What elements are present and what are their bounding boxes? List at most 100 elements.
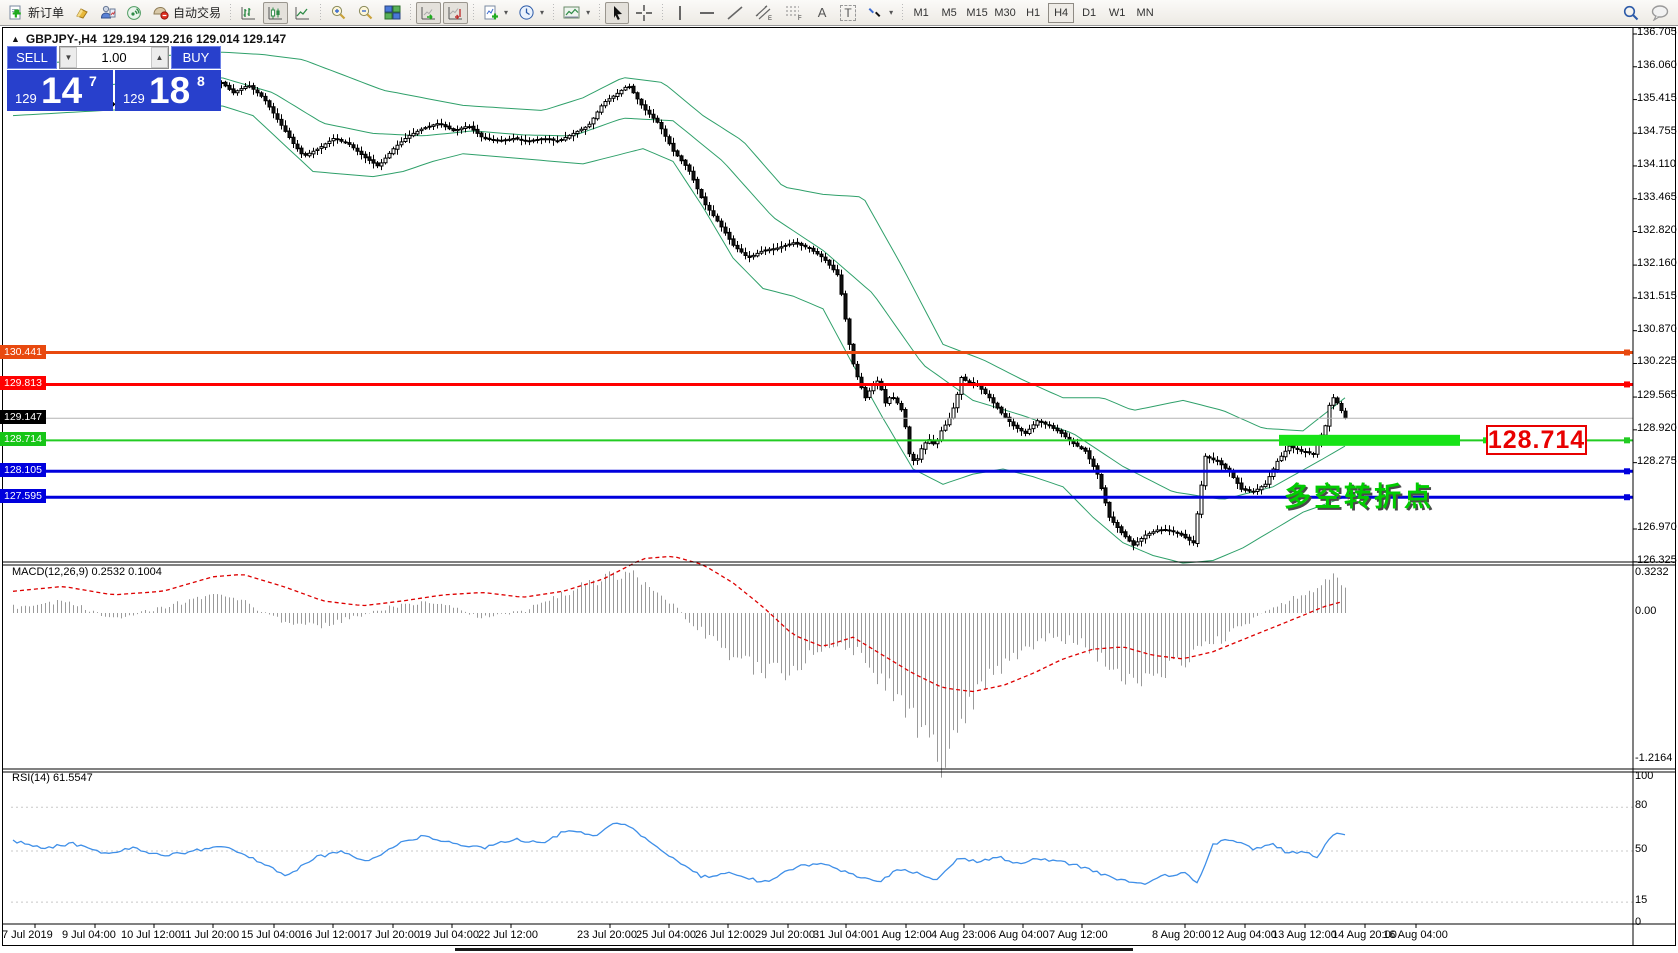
auto-scroll-icon [420,5,437,21]
fibonacci-tool-button[interactable]: F [780,2,808,24]
macd-axis-label: 0.00 [1635,605,1656,617]
toolbar-grip [662,4,663,22]
buy-price-display[interactable]: 129 18 8 [115,70,221,111]
candle-wicks [18,80,1346,550]
buy-price-pips: 18 [149,70,190,111]
tf-m1-button[interactable]: M1 [908,3,934,23]
time-axis-label: 25 Jul 04:00 [636,929,696,941]
tf-w1-button[interactable]: W1 [1104,3,1130,23]
zoom-in-icon [330,4,347,21]
tf-h4-button[interactable]: H4 [1048,3,1074,23]
auto-scroll-button[interactable] [416,2,441,24]
vline-tool-button[interactable] [668,2,692,24]
bollinger-middle-band [13,78,1345,499]
price-axis-label: 132.160 [1637,257,1677,269]
trendline-tool-button[interactable] [722,2,748,24]
label-tool-button[interactable]: T [836,2,860,24]
cn-turning-point-annotation[interactable]: 多空转折点 [1284,475,1434,514]
chart-shift-button[interactable] [443,2,468,24]
favorites-button[interactable] [70,2,94,24]
hline-anchor-square[interactable] [1624,494,1630,500]
collapse-panel-arrow[interactable]: ▲ [11,34,20,44]
mt4-window: 新订单 自动交易 [0,0,1678,953]
text-tool-icon: A [818,5,827,20]
arrows-dropdown-caret[interactable]: ▾ [889,8,893,17]
candlestick-chart-button[interactable] [263,2,288,24]
volume-decrease-button[interactable]: ▼ [60,47,77,68]
chat-button[interactable] [1646,2,1674,24]
price-tag: 128.714 [0,432,46,446]
indicators-dropdown-caret[interactable]: ▾ [504,8,508,17]
trader-icon [100,5,116,20]
volume-input[interactable]: 1.00 [77,47,151,68]
rsi-axis-label: 15 [1635,894,1647,906]
new-order-icon [8,5,24,21]
volume-increase-button[interactable]: ▲ [151,47,168,68]
search-icon [1622,4,1640,22]
candles-bearish [20,82,1347,545]
hline-tool-button[interactable] [694,2,720,24]
price-tag: 130.441 [0,345,46,359]
bar-chart-button[interactable] [236,2,261,24]
periods-button[interactable]: ▾ [514,2,548,24]
hline-anchor-square[interactable] [1624,381,1630,387]
sell-button[interactable]: SELL [7,46,57,69]
price-level-box-annotation[interactable]: 128.714 [1486,425,1587,455]
tf-h1-button[interactable]: H1 [1020,3,1046,23]
toolbar-grip [473,4,474,22]
indicators-button[interactable]: ▾ [479,2,512,24]
tf-m5-button[interactable]: M5 [936,3,962,23]
hline-anchor-square[interactable] [1624,468,1630,474]
price-axis-label: 134.755 [1637,125,1677,137]
tf-d1-button[interactable]: D1 [1076,3,1102,23]
autotrading-button[interactable]: 自动交易 [148,2,225,24]
toolbar: 新订单 自动交易 [0,0,1678,26]
sell-price-figure: 129 [15,91,37,106]
time-axis-label: 10 Jul 12:00 [121,929,181,941]
tf-mn-button[interactable]: MN [1132,3,1158,23]
search-button[interactable] [1618,2,1644,24]
chat-icon [1650,4,1670,21]
channel-tool-button[interactable]: E [750,2,778,24]
new-order-button[interactable]: 新订单 [4,2,68,24]
crosshair-icon [635,4,653,22]
horizontal-line-icon [698,7,716,19]
horizontal-scrollbar-thumb[interactable] [455,948,1133,951]
price-axis-label: 128.275 [1637,455,1677,467]
green-highlight-bar[interactable] [1279,435,1460,446]
price-axis-label: 136.060 [1637,59,1677,71]
zoom-in-button[interactable] [326,2,351,24]
text-tool-button[interactable]: A [810,2,834,24]
chart-shift-icon [447,5,464,21]
periods-dropdown-caret[interactable]: ▾ [540,8,544,17]
hline-anchor-square[interactable] [1624,350,1630,356]
templates-dropdown-caret[interactable]: ▾ [586,8,590,17]
clock-icon [518,4,535,21]
price-tag: 129.147 [0,410,46,424]
hline-anchor-square[interactable] [1624,437,1630,443]
tile-windows-icon [384,5,401,20]
buy-button[interactable]: BUY [171,46,221,69]
tf-m30-button[interactable]: M30 [992,3,1018,23]
chart-ohlc-values: 129.194 129.216 129.014 129.147 [103,32,287,46]
sell-price-display[interactable]: 129 14 7 [7,70,113,111]
line-chart-button[interactable] [290,2,315,24]
time-axis-label: 15 Jul 04:00 [241,929,301,941]
toolbar-grip [320,4,321,22]
cursor-button[interactable] [605,2,629,24]
line-chart-icon [294,5,311,21]
tf-m15-button[interactable]: M15 [964,3,990,23]
tile-windows-button[interactable] [380,2,405,24]
market-watch-button[interactable] [96,2,120,24]
crosshair-button[interactable] [631,2,657,24]
macd-axis-label: 0.3232 [1635,566,1669,578]
templates-button[interactable]: ▾ [559,2,594,24]
fibonacci-icon: F [784,4,804,21]
time-axis-label: 17 Jul 20:00 [360,929,420,941]
new-order-label: 新订单 [28,4,64,21]
signals-button[interactable] [122,2,146,24]
arrows-tool-button[interactable]: ▾ [862,2,897,24]
cursor-icon [610,5,624,21]
time-axis-label: 16 Aug 04:00 [1383,929,1448,941]
zoom-out-button[interactable] [353,2,378,24]
